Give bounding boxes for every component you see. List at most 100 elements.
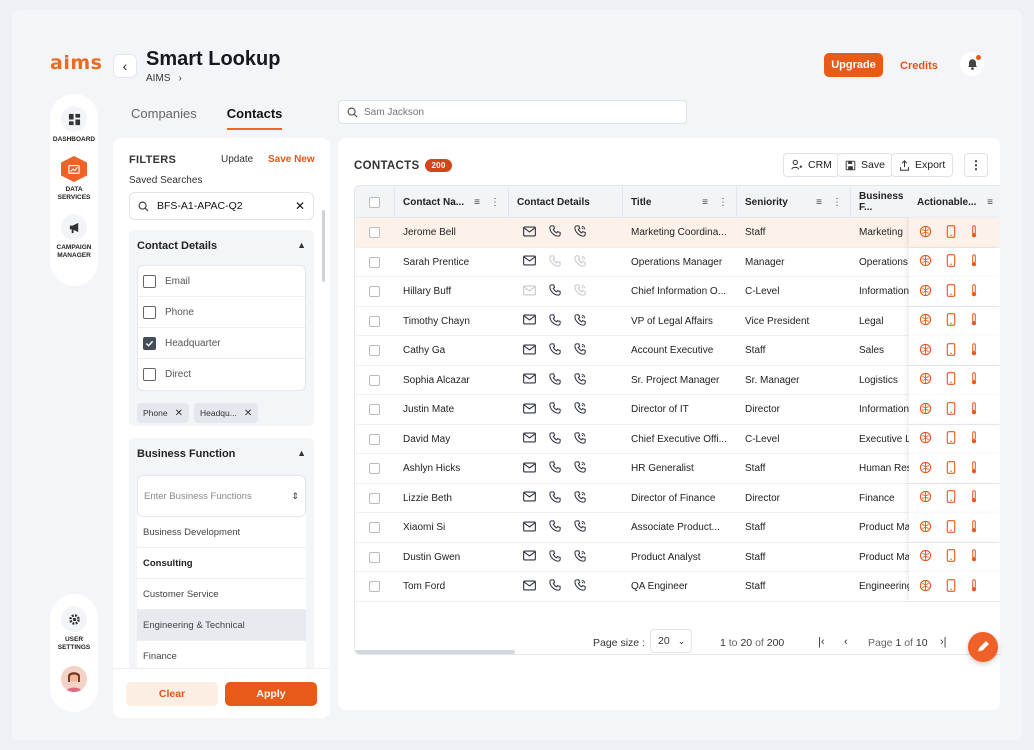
checkbox[interactable]	[369, 374, 380, 386]
assistant-fab[interactable]	[968, 632, 998, 662]
email-icon[interactable]	[523, 520, 536, 535]
list-item[interactable]: Consulting	[137, 548, 306, 579]
first-page-icon[interactable]: |‹	[818, 636, 825, 648]
nav-item-user-settings[interactable]: USER SETTINGS	[51, 606, 97, 652]
thermometer-icon[interactable]	[970, 460, 978, 477]
mobile-icon[interactable]	[946, 460, 956, 477]
checkbox[interactable]	[369, 433, 380, 445]
brain-icon[interactable]	[919, 579, 932, 595]
direct-phone-icon[interactable]	[574, 254, 587, 270]
mobile-icon[interactable]	[946, 578, 956, 595]
saved-search-field[interactable]: BFS-A1-APAC-Q2 ✕	[129, 192, 314, 220]
brain-icon[interactable]	[919, 343, 932, 359]
phone-icon[interactable]	[549, 579, 561, 594]
checkbox[interactable]	[369, 404, 380, 415]
thermometer-icon[interactable]	[970, 372, 978, 388]
header-title[interactable]: Title ≡ ⋮	[623, 186, 737, 218]
checkbox[interactable]	[369, 492, 380, 504]
thermometer-icon[interactable]	[970, 254, 978, 270]
mobile-icon[interactable]	[946, 342, 956, 359]
mobile-icon[interactable]	[946, 372, 956, 388]
table-row[interactable]: Ashlyn Hicks HR Generalist Staff Human Res	[355, 454, 1000, 484]
chevron-up-icon[interactable]: ▲	[297, 448, 306, 458]
checkbox[interactable]	[369, 286, 380, 297]
header-contact-name[interactable]: Contact Na... ≡ ⋮	[395, 186, 509, 218]
save-button[interactable]: Save	[837, 153, 893, 177]
thermometer-icon[interactable]	[970, 342, 978, 359]
phone-icon[interactable]	[549, 343, 561, 358]
header-actionable[interactable]: Actionable... ≡	[909, 186, 1000, 218]
direct-phone-icon[interactable]	[574, 343, 587, 358]
update-button[interactable]: Update	[221, 154, 253, 165]
contact-name[interactable]: Cathy Ga	[403, 336, 507, 365]
tab-companies[interactable]: Companies	[131, 106, 197, 130]
clear-button[interactable]: Clear	[126, 682, 218, 706]
brain-icon[interactable]	[919, 549, 932, 565]
brain-icon[interactable]	[919, 520, 932, 536]
save-new-button[interactable]: Save New	[268, 154, 315, 165]
sort-updown-icon[interactable]: ⇕	[291, 491, 299, 502]
breadcrumb-item[interactable]: AIMS	[146, 73, 170, 84]
phone-icon[interactable]	[549, 520, 561, 535]
mobile-icon[interactable]	[946, 401, 956, 418]
brain-icon[interactable]	[919, 461, 932, 477]
thermometer-icon[interactable]	[970, 431, 978, 447]
page-size-select[interactable]: 20 ⌄	[650, 629, 692, 653]
direct-phone-icon[interactable]	[574, 520, 587, 535]
direct-phone-icon[interactable]	[574, 490, 587, 506]
kebab-icon[interactable]: ⋮	[490, 197, 500, 208]
contact-name[interactable]: Timothy Chayn	[403, 307, 507, 336]
header-business-function[interactable]: Business F...	[851, 186, 911, 218]
table-row[interactable]: Jerome Bell Marketing Coordina... Staff Mar…	[355, 218, 1000, 248]
table-row[interactable]: Tom Ford QA Engineer Staff Engineering	[355, 572, 1000, 602]
checkbox[interactable]	[369, 256, 380, 268]
checkbox[interactable]	[143, 368, 156, 381]
header-select-all[interactable]	[355, 186, 395, 218]
phone-icon[interactable]	[549, 313, 561, 329]
thermometer-icon[interactable]	[970, 224, 978, 241]
thermometer-icon[interactable]	[970, 283, 978, 300]
table-row[interactable]: Sophia Alcazar Sr. Project Manager Sr. Man…	[355, 365, 1000, 395]
list-item[interactable]: Customer Service	[137, 579, 306, 610]
contact-name[interactable]: Ashlyn Hicks	[403, 454, 507, 483]
mobile-icon[interactable]	[946, 549, 956, 565]
direct-phone-icon[interactable]	[574, 284, 587, 299]
thermometer-icon[interactable]	[970, 401, 978, 418]
brain-icon[interactable]	[919, 225, 932, 241]
table-row[interactable]: Lizzie Beth Director of Finance Director Fi…	[355, 483, 1000, 513]
contact-name[interactable]: Hillary Buff	[403, 277, 507, 306]
mobile-icon[interactable]	[946, 519, 956, 536]
brain-icon[interactable]	[919, 313, 932, 329]
table-row[interactable]: Timothy Chayn VP of Legal Affairs Vice Pre…	[355, 306, 1000, 336]
close-icon[interactable]: ✕	[244, 408, 252, 419]
email-icon[interactable]	[523, 255, 536, 269]
phone-icon[interactable]	[549, 461, 561, 476]
phone-icon[interactable]	[549, 402, 561, 417]
filter-icon[interactable]: ≡	[702, 197, 708, 208]
brain-icon[interactable]	[919, 284, 932, 300]
phone-icon[interactable]	[549, 372, 561, 388]
kebab-icon[interactable]: ⋮	[832, 197, 842, 208]
option-direct[interactable]: Direct	[138, 359, 305, 390]
mobile-icon[interactable]	[946, 224, 956, 241]
direct-phone-icon[interactable]	[574, 461, 587, 476]
avatar[interactable]	[61, 666, 87, 692]
filters-scrollbar[interactable]	[322, 210, 325, 282]
thermometer-icon[interactable]	[970, 549, 978, 565]
filter-icon[interactable]: ≡	[816, 197, 822, 208]
table-row[interactable]: Justin Mate Director of IT Director Informa…	[355, 395, 1000, 425]
mobile-icon[interactable]	[946, 431, 956, 447]
brain-icon[interactable]	[919, 431, 932, 447]
credits-link[interactable]: Credits	[900, 60, 938, 72]
direct-phone-icon[interactable]	[574, 313, 587, 329]
filter-icon[interactable]: ≡	[987, 197, 993, 208]
phone-icon[interactable]	[549, 284, 561, 299]
contact-name[interactable]: Lizzie Beth	[403, 484, 507, 513]
thermometer-icon[interactable]	[970, 490, 978, 506]
brain-icon[interactable]	[919, 372, 932, 388]
email-icon[interactable]	[523, 491, 536, 505]
checkbox[interactable]	[369, 463, 380, 474]
nav-item-dashboard[interactable]: DASHBOARD	[51, 106, 97, 144]
mobile-icon[interactable]	[946, 283, 956, 300]
option-headquarter[interactable]: Headquarter	[138, 328, 305, 359]
